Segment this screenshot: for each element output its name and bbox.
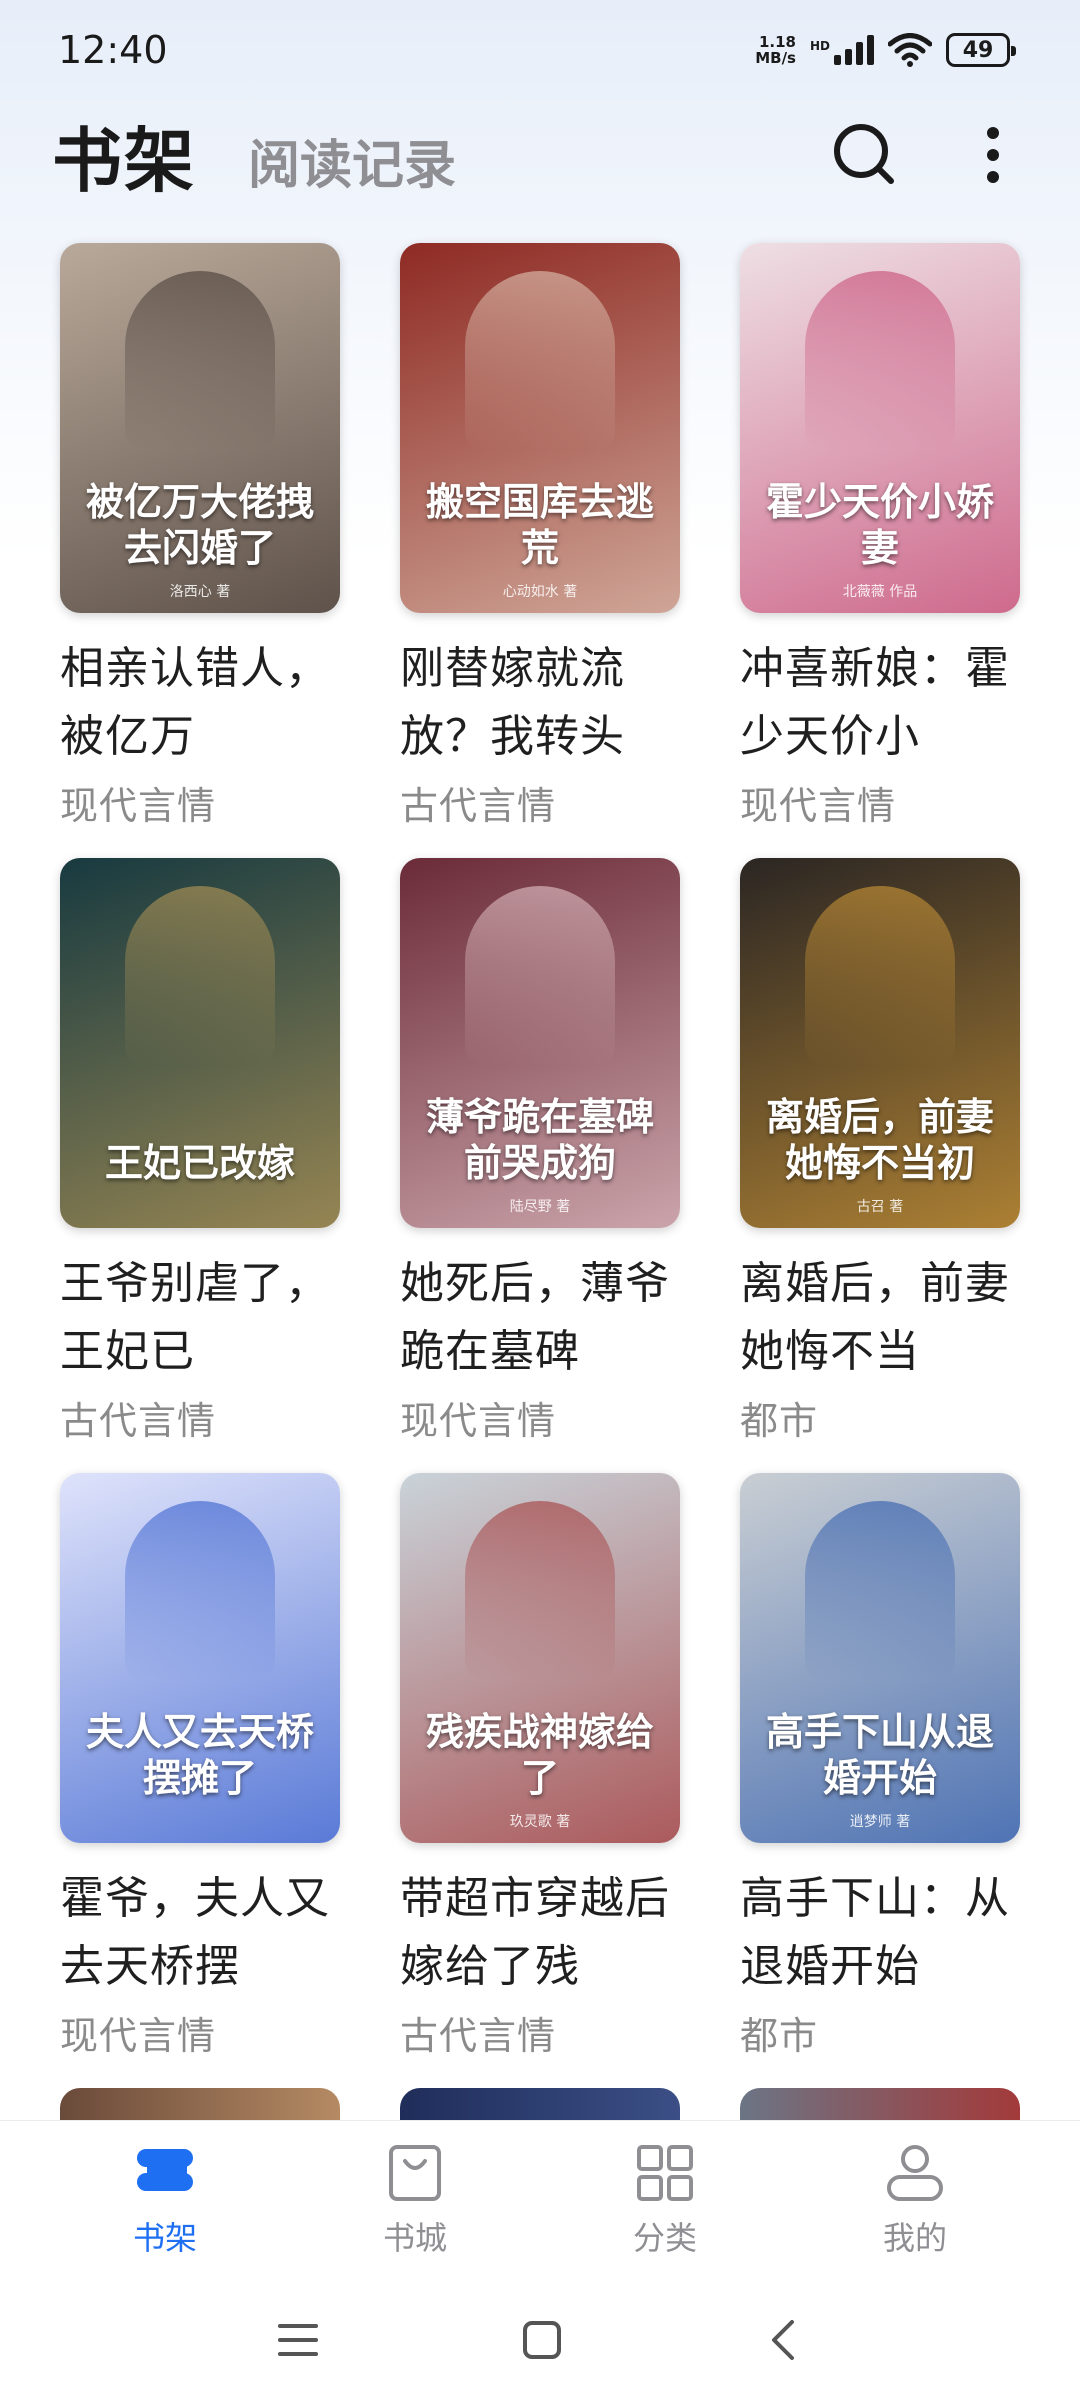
cover-illustration — [805, 886, 955, 1066]
cover-illustration — [125, 886, 275, 1066]
book-cover[interactable]: 搬空国库去逃荒心动如水 著 — [400, 243, 680, 613]
bookshelf-grid: 被亿万大佬拽去闪婚了洛西心 著 相亲认错人，被亿万 现代言情 搬空国库去逃荒心动… — [60, 243, 1020, 2088]
network-speed: 1.18 MB/s — [755, 34, 796, 66]
more-vertical-icon — [987, 127, 999, 183]
book-item[interactable]: 夫人又去天桥摆摊了 霍爷，夫人又去天桥摆 现代言情 — [60, 1473, 340, 2088]
system-navigation-bar — [0, 2280, 1080, 2400]
book-item[interactable]: 被亿万大佬拽去闪婚了洛西心 著 相亲认错人，被亿万 现代言情 — [60, 243, 340, 858]
cover-title: 夫人又去天桥摆摊了 — [85, 1709, 314, 1800]
book-cover[interactable]: 夫人又去天桥摆摊了 — [60, 1473, 340, 1843]
book-cover[interactable]: 霍少天价小娇妻北薇薇 作品 — [740, 243, 1020, 613]
nav-label: 我的 — [882, 2218, 947, 2257]
book-genre: 古代言情 — [400, 784, 557, 828]
nav-label: 书城 — [382, 2218, 447, 2257]
bookshelf-icon — [137, 2148, 193, 2191]
book-title[interactable]: 相亲认错人，被亿万 — [60, 635, 340, 771]
bag-icon — [389, 2144, 441, 2201]
nav-bookstore[interactable]: 书城 — [335, 2143, 495, 2259]
cover-title: 薄爷跪在墓碑前哭成狗 — [425, 1094, 654, 1185]
cover-title: 搬空国库去逃荒 — [425, 479, 654, 570]
nav-label: 书架 — [132, 2218, 197, 2257]
header-actions — [830, 120, 1028, 190]
book-title[interactable]: 王爷别虐了，王妃已 — [60, 1250, 340, 1386]
hd-indicator: HD — [809, 39, 830, 53]
book-genre: 都市 — [740, 2014, 819, 2058]
nav-category[interactable]: 分类 — [585, 2143, 745, 2259]
nav-profile[interactable]: 我的 — [835, 2143, 995, 2259]
cover-author: 北薇薇 作品 — [842, 584, 918, 600]
cover-illustration — [805, 1501, 955, 1681]
cover-illustration — [465, 1501, 615, 1681]
cover-illustration — [465, 271, 615, 451]
book-genre: 现代言情 — [740, 784, 897, 828]
book-genre: 古代言情 — [400, 2014, 557, 2058]
menu-icon[interactable] — [276, 2320, 320, 2360]
cover-illustration — [125, 1501, 275, 1681]
battery-level: 49 — [962, 37, 994, 63]
cover-illustration — [805, 271, 955, 451]
book-title[interactable]: 冲喜新娘：霍少天价小 — [740, 635, 1020, 771]
person-icon — [887, 2144, 943, 2201]
book-item[interactable]: 残疾战神嫁给了玖灵歌 著 带超市穿越后嫁给了残 古代言情 — [400, 1473, 680, 2088]
cover-title: 高手下山从退婚开始 — [765, 1709, 994, 1800]
cover-author: 洛西心 著 — [169, 584, 231, 600]
book-title[interactable]: 高手下山：从退婚开始 — [740, 1865, 1020, 2001]
status-icons: 1.18 MB/s HD 49 — [755, 33, 1016, 67]
back-icon[interactable] — [764, 2318, 804, 2362]
status-time: 12:40 — [58, 28, 168, 72]
cover-title: 被亿万大佬拽去闪婚了 — [85, 479, 314, 570]
book-item[interactable]: 王妃已改嫁 王爷别虐了，王妃已 古代言情 — [60, 858, 340, 1473]
bottom-navigation: 书架 书城 分类 我的 — [0, 2120, 1080, 2280]
book-cover[interactable]: 薄爷跪在墓碑前哭成狗陆尽野 著 — [400, 858, 680, 1228]
grid-icon — [637, 2144, 693, 2201]
book-cover[interactable]: 高手下山从退婚开始逍梦师 著 — [740, 1473, 1020, 1843]
battery-icon: 49 — [946, 33, 1016, 67]
cover-title: 王妃已改嫁 — [104, 1140, 295, 1185]
book-item[interactable]: 搬空国库去逃荒心动如水 著 刚替嫁就流放？我转头 古代言情 — [400, 243, 680, 858]
search-button[interactable] — [830, 120, 900, 190]
app-header: 书架 阅读记录 — [0, 100, 1080, 210]
cover-author: 心动如水 著 — [502, 584, 578, 600]
book-item[interactable]: 离婚后，前妻她悔不当初古召 著 离婚后，前妻她悔不当 都市 — [740, 858, 1020, 1473]
book-cover[interactable]: 残疾战神嫁给了玖灵歌 著 — [400, 1473, 680, 1843]
cover-title: 残疾战神嫁给了 — [425, 1709, 654, 1800]
cover-author: 古召 著 — [856, 1199, 904, 1215]
network-speed-value: 1.18 — [758, 33, 796, 51]
book-cover[interactable]: 被亿万大佬拽去闪婚了洛西心 著 — [60, 243, 340, 613]
signal-icon — [834, 35, 874, 65]
book-item[interactable]: 霍少天价小娇妻北薇薇 作品 冲喜新娘：霍少天价小 现代言情 — [740, 243, 1020, 858]
cover-illustration — [125, 271, 275, 451]
wifi-icon — [888, 33, 932, 67]
nav-bookshelf[interactable]: 书架 — [85, 2143, 245, 2259]
cover-illustration — [465, 886, 615, 1066]
book-title[interactable]: 刚替嫁就流放？我转头 — [400, 635, 680, 771]
book-title[interactable]: 离婚后，前妻她悔不当 — [740, 1250, 1020, 1386]
book-item[interactable]: 高手下山从退婚开始逍梦师 著 高手下山：从退婚开始 都市 — [740, 1473, 1020, 2088]
book-genre: 现代言情 — [400, 1399, 557, 1443]
nav-label: 分类 — [632, 2218, 697, 2257]
book-title[interactable]: 霍爷，夫人又去天桥摆 — [60, 1865, 340, 2001]
network-speed-unit: MB/s — [755, 49, 796, 67]
more-menu-button[interactable] — [958, 120, 1028, 190]
book-item[interactable]: 薄爷跪在墓碑前哭成狗陆尽野 著 她死后，薄爷跪在墓碑 现代言情 — [400, 858, 680, 1473]
book-cover[interactable]: 离婚后，前妻她悔不当初古召 著 — [740, 858, 1020, 1228]
book-title[interactable]: 带超市穿越后嫁给了残 — [400, 1865, 680, 2001]
home-icon[interactable] — [520, 2318, 564, 2362]
tab-reading-history[interactable]: 阅读记录 — [248, 123, 456, 198]
cover-author: 陆尽野 著 — [509, 1199, 571, 1215]
book-cover[interactable]: 王妃已改嫁 — [60, 858, 340, 1228]
cover-author: 玖灵歌 著 — [509, 1814, 571, 1830]
book-genre: 古代言情 — [60, 1399, 217, 1443]
cover-title: 离婚后，前妻她悔不当初 — [765, 1094, 994, 1185]
cover-title: 霍少天价小娇妻 — [765, 479, 994, 570]
next-row-peek — [60, 2088, 1020, 2128]
cover-author: 逍梦师 著 — [849, 1814, 911, 1830]
book-genre: 现代言情 — [60, 784, 217, 828]
book-title[interactable]: 她死后，薄爷跪在墓碑 — [400, 1250, 680, 1386]
book-genre: 现代言情 — [60, 2014, 217, 2058]
search-icon — [834, 124, 894, 184]
tab-bookshelf[interactable]: 书架 — [52, 105, 196, 206]
book-genre: 都市 — [740, 1399, 819, 1443]
status-bar: 12:40 1.18 MB/s HD 49 — [0, 0, 1080, 100]
